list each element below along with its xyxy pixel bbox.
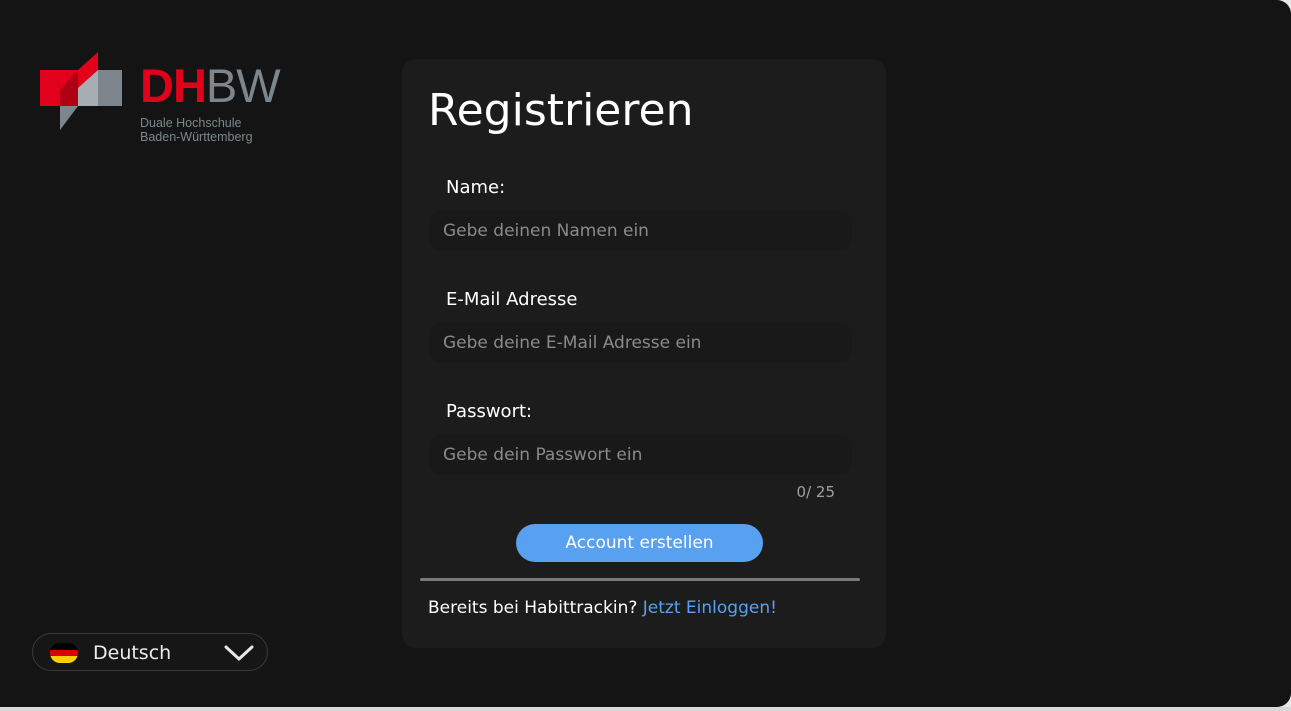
name-input[interactable]: [429, 211, 852, 251]
app-window: DHBW Duale Hochschule Baden-Württemberg …: [0, 0, 1291, 707]
email-input[interactable]: [429, 323, 852, 363]
logo-subtitle-line1: Duale Hochschule: [140, 116, 242, 130]
page-title: Registrieren: [428, 85, 694, 136]
login-prompt: Bereits bei Habittrackin? Jetzt Einlogge…: [428, 597, 777, 619]
divider: [420, 578, 860, 581]
password-char-counter: 0/ 25: [796, 483, 835, 501]
language-selector[interactable]: Deutsch: [32, 633, 268, 671]
password-input[interactable]: [429, 435, 852, 475]
email-label: E-Mail Adresse: [446, 289, 578, 310]
dhbw-logo: DHBW Duale Hochschule Baden-Württemberg: [40, 52, 290, 152]
chevron-down-icon[interactable]: [224, 644, 254, 662]
language-label: Deutsch: [93, 642, 172, 664]
name-label: Name:: [446, 177, 506, 198]
dhbw-logo-mark-icon: [40, 52, 122, 130]
logo-subtitle: Duale Hochschule Baden-Württemberg: [140, 116, 253, 144]
german-flag-icon: [50, 643, 78, 663]
logo-subtitle-line2: Baden-Württemberg: [140, 130, 253, 144]
logo-wordmark: DHBW: [140, 59, 281, 112]
login-prompt-text: Bereits bei Habittrackin?: [428, 598, 638, 618]
login-link[interactable]: Jetzt Einloggen!: [643, 598, 777, 618]
password-label: Passwort:: [446, 401, 533, 422]
create-account-button[interactable]: Account erstellen: [516, 524, 763, 562]
register-card: Registrieren Name: E-Mail Adresse Passwo…: [402, 59, 886, 648]
bottom-edge: [0, 707, 1291, 711]
